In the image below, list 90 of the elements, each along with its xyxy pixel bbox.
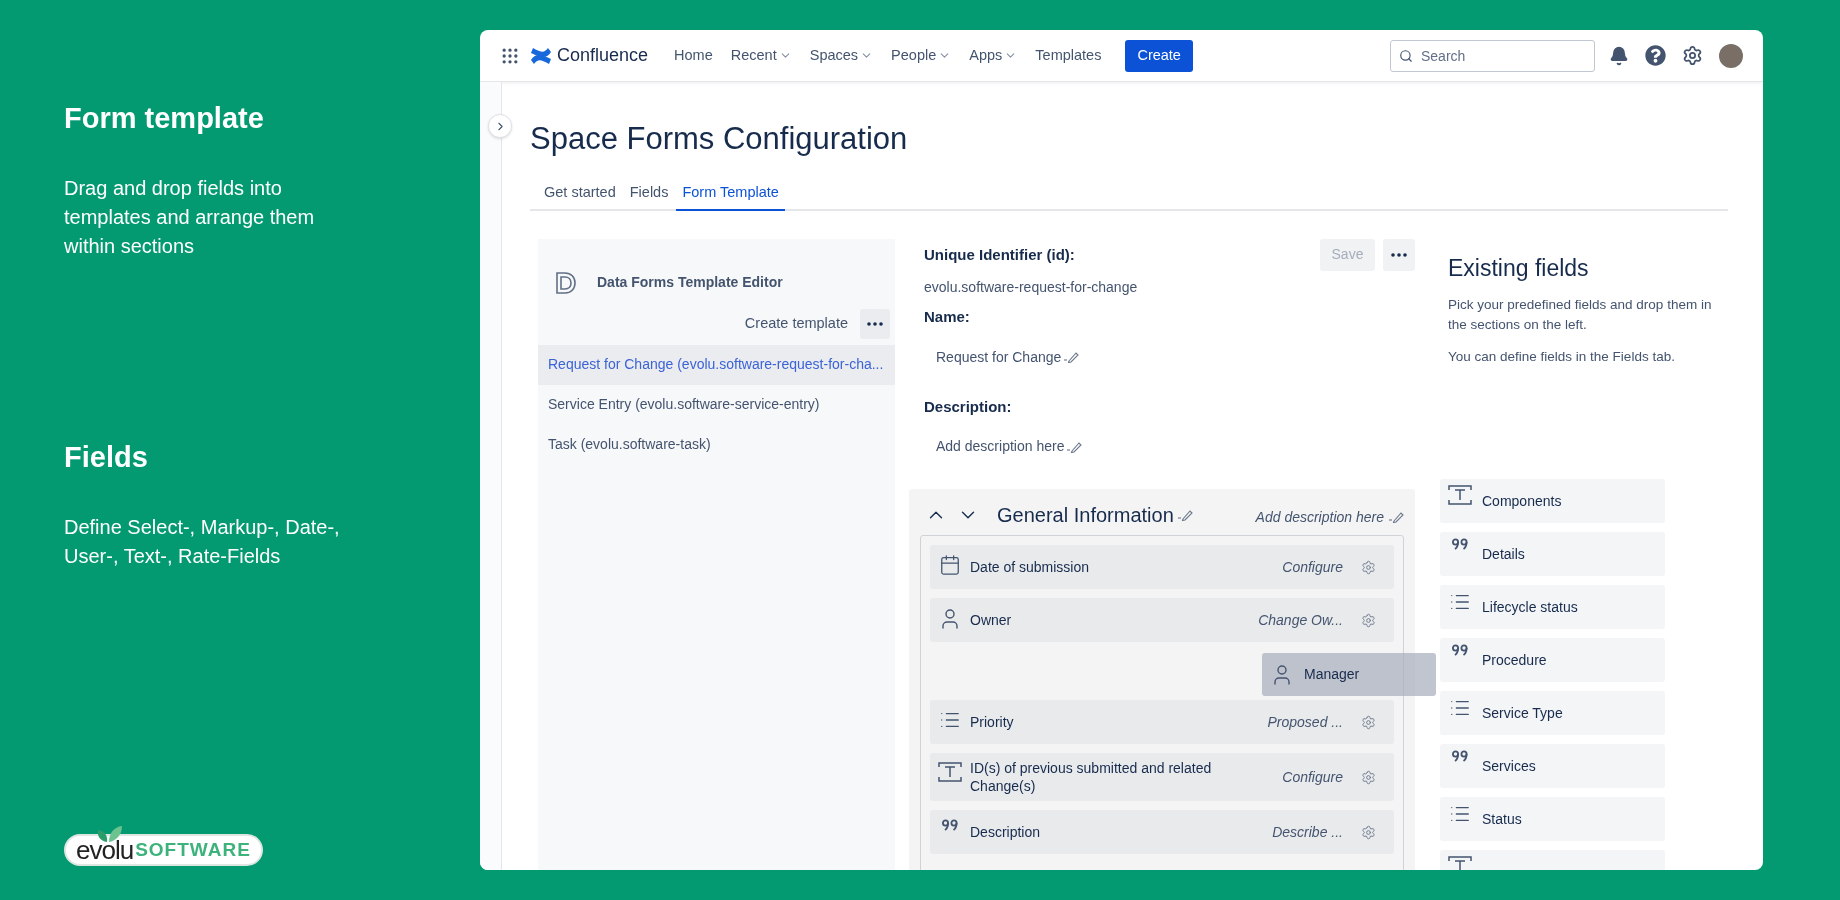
edit-icon: [1063, 351, 1080, 364]
dragged-field[interactable]: Manager: [1262, 653, 1436, 697]
logo-text: evolu: [76, 837, 134, 863]
nav-item[interactable]: Spaces: [803, 39, 880, 72]
field-name: Priority: [970, 713, 1015, 732]
field-name: Owner: [970, 611, 1013, 630]
nav-item[interactable]: Home: [668, 39, 719, 72]
nav-item[interactable]: People: [885, 39, 958, 72]
edit-icon: [1066, 440, 1083, 453]
template-item[interactable]: Task (evolu.software-task): [538, 424, 895, 465]
product-name[interactable]: Confluence: [557, 42, 649, 69]
text-field-icon: [1448, 856, 1472, 870]
more-button[interactable]: [1383, 238, 1415, 271]
field-row[interactable]: Owner Change Ow...: [930, 598, 1394, 643]
section-heading: Existing fields: [1448, 253, 1590, 283]
field-label: Unique Identifier (id):: [924, 244, 1076, 265]
field-card[interactable]: Details: [1440, 532, 1665, 577]
promo-text: Define Select-, Markup-, Date-, User-, Text-, Rate-Fields: [64, 515, 341, 569]
expand-sidebar-button[interactable]: [488, 114, 512, 138]
nav-item[interactable]: Apps: [963, 39, 1024, 72]
field-name: Service Type: [1482, 703, 1563, 723]
configure-link[interactable]: Configure: [1282, 766, 1343, 788]
template-item[interactable]: Service Entry (evolu.software-service-entry): [538, 384, 895, 425]
edit-icon: [1176, 509, 1193, 522]
tab[interactable]: Get started: [538, 182, 622, 211]
search-field[interactable]: Search: [1390, 39, 1595, 72]
edit-icon: [1388, 511, 1404, 524]
configure-link[interactable]: Proposed ...: [1267, 711, 1343, 733]
promo-heading: Fields: [64, 440, 149, 475]
section-title[interactable]: General Information: [997, 500, 1193, 531]
field-card[interactable]: Services: [1440, 744, 1665, 789]
quote-icon: [1451, 538, 1469, 551]
section-description-field[interactable]: Add description here: [1255, 506, 1404, 528]
help-text: Pick your predefined fields and drop them in the sections on the left.: [1448, 296, 1713, 335]
panel-title: Data Forms Template Editor: [597, 273, 783, 293]
field-label: Name:: [924, 307, 971, 328]
more-button[interactable]: [860, 308, 890, 339]
logo-text: SOFTWARE: [135, 837, 251, 862]
settings-icon[interactable]: [1682, 45, 1703, 66]
calendar-icon: [939, 554, 961, 577]
field-name: Description: [970, 823, 1042, 842]
create-template-button[interactable]: Create template: [740, 308, 852, 339]
quote-icon: [1451, 750, 1469, 763]
field-label: Description:: [924, 396, 1013, 417]
template-item[interactable]: Request for Change (evolu.software-request-for-cha...: [538, 344, 895, 385]
configure-link[interactable]: Describe ...: [1272, 821, 1343, 843]
field-card[interactable]: Service Type: [1440, 691, 1665, 736]
nav-item[interactable]: Templates: [1029, 39, 1108, 72]
field-name: Components: [1482, 491, 1562, 511]
id-value: evolu.software-request-for-change: [924, 278, 1139, 298]
field-name: Procedure: [1482, 650, 1547, 670]
text-field-icon: [938, 762, 962, 783]
configure-link[interactable]: Configure: [1282, 556, 1343, 578]
text-field-icon: [1448, 485, 1472, 506]
more-icon: [1391, 252, 1407, 257]
field-card[interactable]: Status: [1440, 797, 1665, 842]
field-name: Manager: [1304, 665, 1360, 685]
description-field[interactable]: Add description here: [936, 436, 1083, 458]
field-row[interactable]: Priority Proposed ...: [930, 700, 1394, 745]
confluence-logo-icon: [530, 45, 552, 66]
forms-logo-icon: [555, 270, 577, 295]
field-name: Lifecycle status: [1482, 597, 1578, 617]
field-row[interactable]: Description Describe ...: [930, 810, 1394, 855]
field-name: Services: [1482, 756, 1536, 776]
field-name: ID(s) of previous submitted and related Change(s): [970, 759, 1213, 796]
configure-link[interactable]: Change Ow...: [1258, 609, 1343, 631]
field-card[interactable]: Procedure: [1440, 638, 1665, 683]
field-row[interactable]: ID(s) of previous submitted and related Change(s) Configure: [930, 753, 1394, 802]
quote-icon: [941, 819, 959, 832]
field-card[interactable]: Components: [1440, 479, 1665, 524]
nav-item[interactable]: Recent: [724, 39, 798, 72]
search-icon: [1399, 48, 1413, 63]
field-name: Status: [1482, 809, 1522, 829]
help-icon[interactable]: [1645, 45, 1666, 66]
promo-heading: Form template: [64, 101, 265, 136]
name-field[interactable]: Request for Change: [936, 346, 1080, 368]
tab[interactable]: Fields: [623, 182, 675, 211]
quote-icon: [1451, 644, 1469, 657]
page-title: Space Forms Configuration: [530, 120, 909, 158]
avatar[interactable]: [1719, 43, 1743, 68]
field-row[interactable]: Date of submission Configure: [930, 545, 1394, 590]
field-name: Date of submission: [970, 558, 1091, 577]
field-card[interactable]: Lifecycle status: [1440, 585, 1665, 630]
promo-text: Drag and drop fields into templates and arrange them within sections: [64, 176, 316, 259]
help-text: You can define fields in the Fields tab.: [1448, 348, 1676, 367]
notification-icon[interactable]: [1609, 45, 1629, 66]
tab[interactable]: Form Template: [676, 182, 785, 211]
more-icon: [867, 321, 883, 326]
create-button[interactable]: Create: [1125, 39, 1193, 72]
field-name: Details: [1482, 544, 1525, 564]
